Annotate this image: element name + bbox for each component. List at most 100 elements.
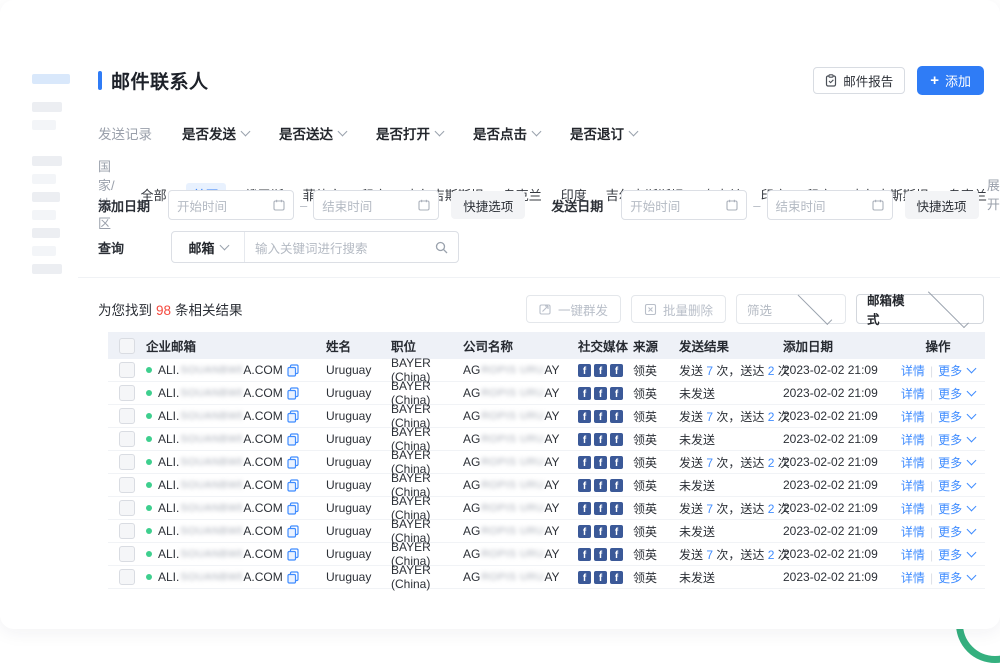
copy-icon[interactable] xyxy=(287,525,299,538)
facebook-icon[interactable]: f xyxy=(578,410,591,423)
facebook-icon[interactable]: f xyxy=(594,433,607,446)
detail-link[interactable]: 详情 xyxy=(901,571,925,585)
facebook-icon[interactable]: f xyxy=(578,571,591,584)
facebook-icon[interactable]: f xyxy=(594,479,607,492)
detail-link[interactable]: 详情 xyxy=(901,456,925,470)
more-link[interactable]: 更多 xyxy=(938,410,962,424)
facebook-icon[interactable]: f xyxy=(610,433,623,446)
detail-link[interactable]: 详情 xyxy=(901,525,925,539)
more-link[interactable]: 更多 xyxy=(938,479,962,493)
add-date-start-input[interactable]: 开始时间 xyxy=(168,190,294,220)
mailbox-mode-select[interactable]: 邮箱模式 xyxy=(856,294,984,324)
facebook-icon[interactable]: f xyxy=(594,525,607,538)
facebook-icon[interactable]: f xyxy=(594,571,607,584)
more-link[interactable]: 更多 xyxy=(938,456,962,470)
sidebar-item[interactable] xyxy=(32,246,56,256)
sidebar-item[interactable] xyxy=(32,192,60,202)
filter-dropdown-是否退订[interactable]: 是否退订 xyxy=(570,123,637,143)
email-report-button[interactable]: 邮件报告 xyxy=(813,67,905,94)
facebook-icon[interactable]: f xyxy=(578,456,591,469)
facebook-icon[interactable]: f xyxy=(578,387,591,400)
copy-icon[interactable] xyxy=(287,387,299,400)
row-checkbox[interactable] xyxy=(119,385,135,401)
detail-link[interactable]: 详情 xyxy=(901,502,925,516)
copy-icon[interactable] xyxy=(287,548,299,561)
facebook-icon[interactable]: f xyxy=(610,548,623,561)
row-checkbox[interactable] xyxy=(119,362,135,378)
more-link[interactable]: 更多 xyxy=(938,364,962,378)
filter-dropdown-是否发送[interactable]: 是否发送 xyxy=(182,123,249,143)
batch-delete-button[interactable]: 批量删除 xyxy=(631,295,726,323)
sidebar-item[interactable] xyxy=(32,228,60,238)
more-link[interactable]: 更多 xyxy=(938,433,962,447)
row-checkbox[interactable] xyxy=(119,431,135,447)
search-icon[interactable] xyxy=(435,241,448,254)
copy-icon[interactable] xyxy=(287,433,299,446)
facebook-icon[interactable]: f xyxy=(578,479,591,492)
add-button[interactable]: + 添加 xyxy=(917,66,984,95)
facebook-icon[interactable]: f xyxy=(594,387,607,400)
more-link[interactable]: 更多 xyxy=(938,387,962,401)
copy-icon[interactable] xyxy=(287,502,299,515)
detail-link[interactable]: 详情 xyxy=(901,548,925,562)
sidebar-item[interactable] xyxy=(32,210,56,220)
row-checkbox[interactable] xyxy=(119,408,135,424)
copy-icon[interactable] xyxy=(287,456,299,469)
add-date-end-input[interactable]: 结束时间 xyxy=(313,190,439,220)
copy-icon[interactable] xyxy=(287,479,299,492)
sidebar-item[interactable] xyxy=(32,74,70,84)
send-date-start-input[interactable]: 开始时间 xyxy=(621,190,747,220)
facebook-icon[interactable]: f xyxy=(594,548,607,561)
search-field-select[interactable]: 邮箱 xyxy=(172,232,245,262)
detail-link[interactable]: 详情 xyxy=(901,410,925,424)
row-checkbox[interactable] xyxy=(119,546,135,562)
facebook-icon[interactable]: f xyxy=(578,364,591,377)
copy-icon[interactable] xyxy=(287,410,299,423)
filter-dropdown-是否打开[interactable]: 是否打开 xyxy=(376,123,443,143)
facebook-icon[interactable]: f xyxy=(594,364,607,377)
detail-link[interactable]: 详情 xyxy=(901,364,925,378)
more-link[interactable]: 更多 xyxy=(938,548,962,562)
facebook-icon[interactable]: f xyxy=(610,387,623,400)
select-all-checkbox[interactable] xyxy=(119,338,135,354)
copy-icon[interactable] xyxy=(287,364,299,377)
detail-link[interactable]: 详情 xyxy=(901,387,925,401)
row-checkbox[interactable] xyxy=(119,500,135,516)
facebook-icon[interactable]: f xyxy=(610,456,623,469)
filter-select[interactable]: 筛选 xyxy=(736,294,846,324)
more-link[interactable]: 更多 xyxy=(938,502,962,516)
send-date-end-input[interactable]: 结束时间 xyxy=(767,190,893,220)
expand-link[interactable]: 展开 xyxy=(987,175,1000,213)
facebook-icon[interactable]: f xyxy=(610,410,623,423)
add-date-quick-options-button[interactable]: 快捷选项 xyxy=(451,191,525,219)
detail-link[interactable]: 详情 xyxy=(901,433,925,447)
facebook-icon[interactable]: f xyxy=(594,456,607,469)
facebook-icon[interactable]: f xyxy=(610,525,623,538)
filter-dropdown-是否点击[interactable]: 是否点击 xyxy=(473,123,540,143)
row-checkbox[interactable] xyxy=(119,569,135,585)
facebook-icon[interactable]: f xyxy=(610,502,623,515)
facebook-icon[interactable]: f xyxy=(610,571,623,584)
more-link[interactable]: 更多 xyxy=(938,525,962,539)
row-checkbox[interactable] xyxy=(119,477,135,493)
facebook-icon[interactable]: f xyxy=(578,525,591,538)
row-checkbox[interactable] xyxy=(119,454,135,470)
row-checkbox[interactable] xyxy=(119,523,135,539)
facebook-icon[interactable]: f xyxy=(578,433,591,446)
send-date-quick-options-button[interactable]: 快捷选项 xyxy=(905,191,979,219)
facebook-icon[interactable]: f xyxy=(578,502,591,515)
search-input[interactable]: 输入关键词进行搜索 xyxy=(245,238,435,257)
sidebar-item[interactable] xyxy=(32,264,62,274)
more-link[interactable]: 更多 xyxy=(938,571,962,585)
facebook-icon[interactable]: f xyxy=(594,410,607,423)
detail-link[interactable]: 详情 xyxy=(901,479,925,493)
copy-icon[interactable] xyxy=(287,571,299,584)
facebook-icon[interactable]: f xyxy=(594,502,607,515)
facebook-icon[interactable]: f xyxy=(610,364,623,377)
facebook-icon[interactable]: f xyxy=(578,548,591,561)
sidebar-item[interactable] xyxy=(32,174,56,184)
filter-dropdown-是否送达[interactable]: 是否送达 xyxy=(279,123,346,143)
sidebar-item[interactable] xyxy=(32,102,62,112)
sidebar-item[interactable] xyxy=(32,156,62,166)
facebook-icon[interactable]: f xyxy=(610,479,623,492)
